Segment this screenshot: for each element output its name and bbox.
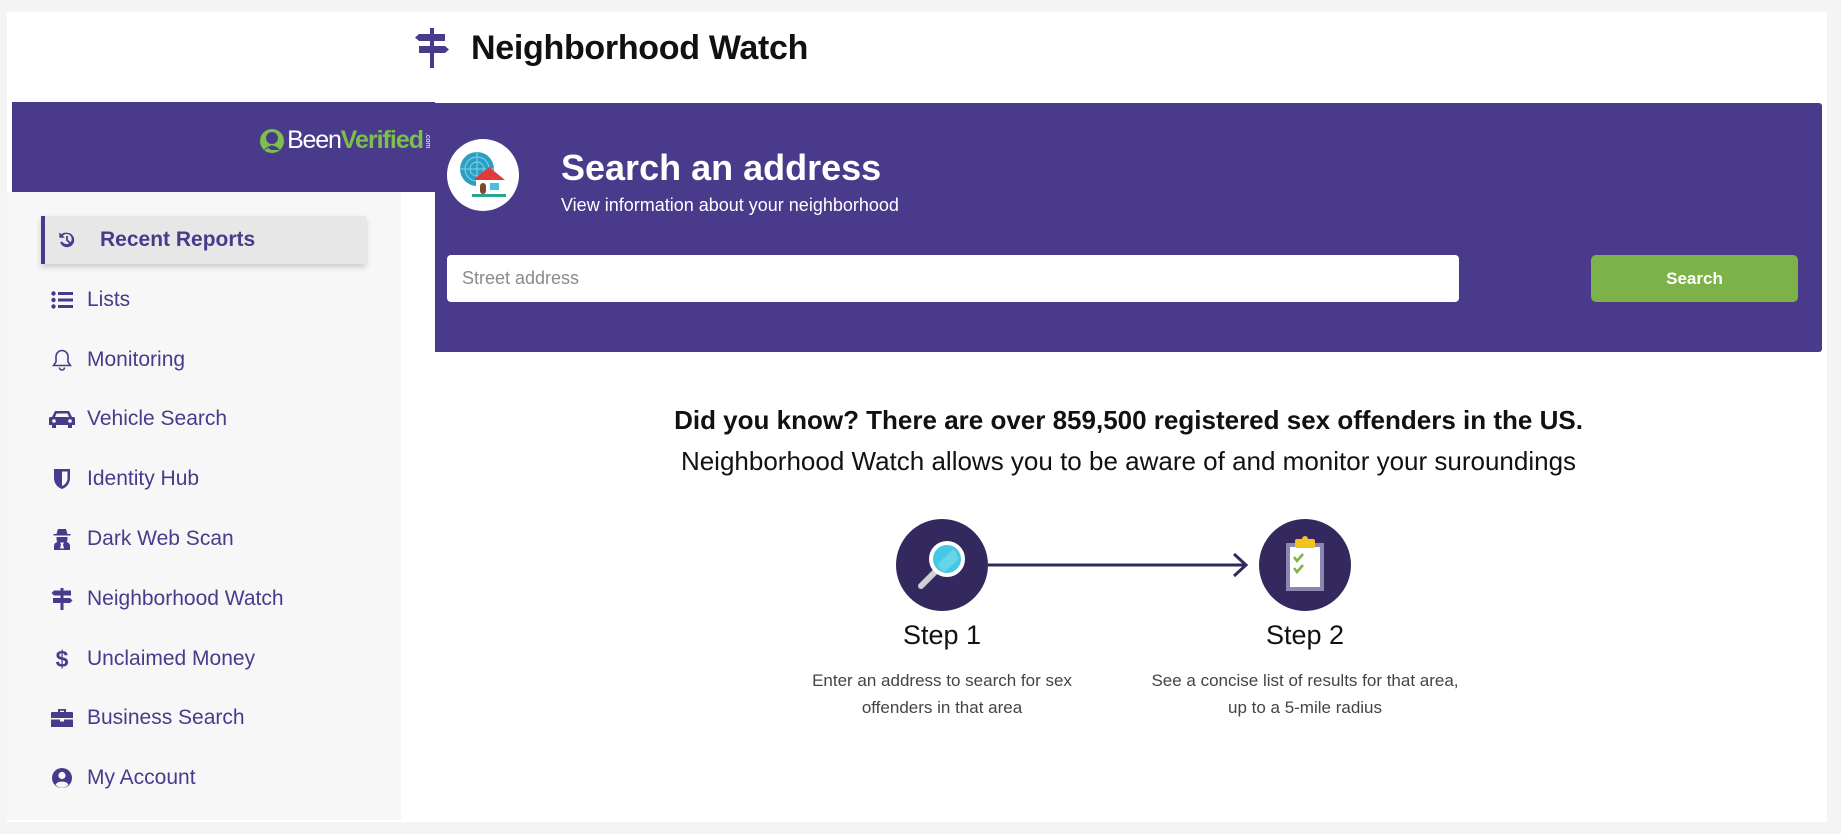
search-panel-subtitle: View information about your neighborhood bbox=[561, 195, 899, 215]
sidebar: Recent Reports Lists Monitoring Vehicle … bbox=[7, 192, 401, 820]
logo-text-dotcom: .com bbox=[424, 132, 431, 149]
user-circle-icon bbox=[49, 766, 75, 790]
sidebar-item-neighborhood-watch[interactable]: Neighborhood Watch bbox=[41, 575, 366, 623]
page-header: Neighborhood Watch bbox=[415, 18, 808, 78]
sidebar-item-label: Neighborhood Watch bbox=[87, 587, 284, 610]
did-you-know-text: Did you know? There are over 859,500 reg… bbox=[674, 405, 1583, 435]
sidebar-item-identity-hub[interactable]: Identity Hub bbox=[41, 455, 366, 503]
briefcase-icon bbox=[49, 706, 75, 730]
logo-text-been: Been bbox=[287, 126, 342, 154]
sidebar-item-lists[interactable]: Lists bbox=[41, 276, 366, 324]
search-panel-title: Search an address bbox=[561, 147, 882, 188]
feature-description: Neighborhood Watch allows you to be awar… bbox=[680, 446, 1577, 476]
page-title: Neighborhood Watch bbox=[471, 28, 809, 67]
street-address-input[interactable] bbox=[447, 255, 1459, 302]
car-icon bbox=[49, 407, 75, 431]
sidebar-brand-band: Been Verified .com bbox=[12, 102, 435, 192]
shield-icon bbox=[49, 467, 75, 491]
sidebar-item-dark-web-scan[interactable]: Dark Web Scan bbox=[41, 515, 366, 563]
step-2-badge bbox=[1259, 519, 1351, 611]
clipboard-icon bbox=[1286, 536, 1324, 591]
list-icon bbox=[49, 288, 75, 312]
signpost-icon bbox=[49, 587, 75, 611]
sidebar-item-label: Unclaimed Money bbox=[87, 647, 256, 670]
bell-icon bbox=[49, 348, 75, 372]
sidebar-item-recent-reports[interactable]: Recent Reports bbox=[41, 216, 366, 264]
logo-mark-icon bbox=[260, 128, 285, 153]
signpost-icon bbox=[415, 28, 449, 68]
sidebar-item-monitoring[interactable]: Monitoring bbox=[41, 336, 366, 384]
step-1-badge bbox=[896, 519, 988, 611]
sidebar-item-unclaimed-money[interactable]: $ Unclaimed Money bbox=[41, 635, 366, 683]
sidebar-item-label: Vehicle Search bbox=[87, 407, 228, 430]
magnifier-icon bbox=[918, 541, 965, 589]
logo-text-verified: Verified bbox=[340, 126, 424, 154]
beenverified-logo[interactable]: Been Verified .com bbox=[259, 126, 431, 155]
sidebar-item-label: Lists bbox=[87, 288, 131, 311]
search-button[interactable]: Search bbox=[1591, 255, 1798, 302]
sidebar-item-label: Recent Reports bbox=[100, 228, 256, 251]
sidebar-item-label: Monitoring bbox=[87, 348, 186, 371]
sidebar-item-my-account[interactable]: My Account bbox=[41, 754, 366, 802]
step-2-description: See a concise list of results for that a… bbox=[1151, 671, 1459, 717]
spy-icon bbox=[49, 527, 75, 551]
step-2-title: Step 2 bbox=[1265, 620, 1345, 650]
step-1-description: Enter an address to search for sex offen… bbox=[812, 671, 1072, 717]
sidebar-item-label: Business Search bbox=[87, 706, 245, 729]
sidebar-item-label: Identity Hub bbox=[87, 467, 200, 490]
step-1-title: Step 1 bbox=[902, 620, 982, 650]
sidebar-item-business-search[interactable]: Business Search bbox=[41, 694, 366, 742]
house-radar-icon bbox=[447, 139, 519, 211]
sidebar-item-label: My Account bbox=[87, 766, 196, 789]
history-icon bbox=[54, 228, 80, 252]
dollar-icon: $ bbox=[55, 645, 69, 672]
search-panel: Search an address View information about… bbox=[435, 103, 1822, 352]
sidebar-item-vehicle-search[interactable]: Vehicle Search bbox=[41, 395, 366, 443]
step-arrow bbox=[988, 552, 1249, 578]
sidebar-item-label: Dark Web Scan bbox=[87, 527, 234, 550]
